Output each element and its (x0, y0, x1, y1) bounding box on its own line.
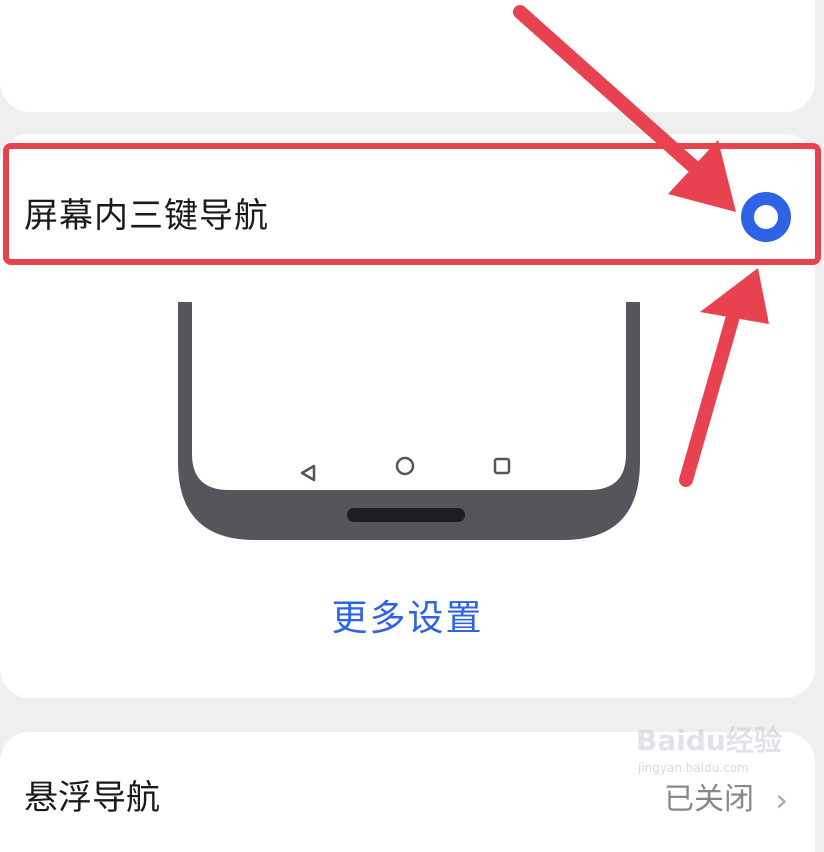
watermark-url: jingyan.baidu.com (638, 761, 749, 775)
previous-option-card (0, 0, 815, 112)
recents-square-icon (493, 457, 511, 475)
floating-navigation-label[interactable]: 悬浮导航 (24, 776, 160, 820)
annotation-highlight-box (3, 143, 821, 265)
home-circle-icon (395, 456, 415, 476)
baidu-jingyan-watermark: Baidu经验 jingyan.baidu.com (636, 724, 786, 794)
more-settings-link[interactable]: 更多设置 (0, 594, 815, 644)
back-triangle-icon (300, 464, 316, 482)
watermark-brand: Baidu经验 (636, 724, 782, 757)
phone-preview-illustration (178, 302, 640, 540)
